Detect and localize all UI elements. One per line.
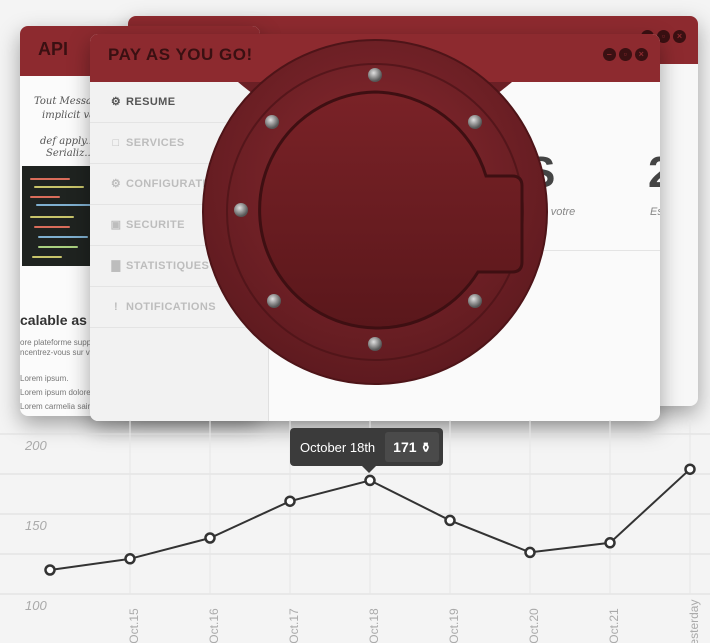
x-tick-label: Yesterday <box>687 600 701 643</box>
close-icon[interactable]: × <box>673 30 686 43</box>
sidebar-item-notifications[interactable]: ! NOTIFICATIONS <box>90 287 268 328</box>
main-window-title: PAY AS YOU GO! <box>108 45 253 64</box>
handwritten-note: def apply... <box>40 136 96 147</box>
stat-text: Es <box>650 206 660 218</box>
sidebar-item-securite[interactable]: ▣ SECURITE <box>90 205 268 246</box>
sidebar-item-statistiques[interactable]: ▇ STATISTIQUES <box>90 246 268 287</box>
data-point <box>284 495 296 507</box>
stat-number: 2 <box>648 148 660 198</box>
sidebar-item-configuration[interactable]: ⚙ CONFIGURATION <box>90 164 268 205</box>
data-point <box>524 546 536 559</box>
y-tick-label: 100 <box>25 598 47 613</box>
sidebar-item-services[interactable]: □ SERVICES <box>90 123 268 164</box>
tooltip-date: October 18th <box>300 439 376 455</box>
data-point <box>364 474 376 487</box>
x-tick-label: Oct.20 <box>527 608 541 643</box>
minimize-icon[interactable]: – <box>603 48 616 61</box>
data-point <box>444 514 456 527</box>
tooltip-value-text: 171 <box>393 439 417 455</box>
x-tick-label: Oct.17 <box>287 608 301 643</box>
x-tick-label: Oct.16 <box>207 608 221 643</box>
sidebar-item-label: CONFIGURATION <box>126 178 224 190</box>
maximize-icon[interactable]: ▫ <box>619 48 632 61</box>
lock-icon: ▣ <box>110 219 122 231</box>
main-window-titlebar: PAY AS YOU GO! – ▫ × <box>90 34 660 82</box>
data-point <box>684 463 696 475</box>
square-icon: □ <box>112 137 120 149</box>
exclamation-icon: ! <box>113 301 119 313</box>
sidebar-item-resume[interactable]: ⚙ RESUME <box>90 82 268 123</box>
x-tick-label: Oct.18 <box>367 608 381 643</box>
api-heading: calable as h <box>20 312 100 328</box>
x-tick-label: Oct.15 <box>127 608 141 643</box>
y-tick-label: 150 <box>25 518 47 533</box>
sidebar-item-label: STATISTIQUES <box>126 260 210 272</box>
sidebar: ⚙ RESUME □ SERVICES ⚙ CONFIGURATION ▣ SECURI… <box>90 82 269 421</box>
tooltip-value: 171 ⚱ <box>385 432 440 462</box>
main-content: S 2 ans votre Es <box>268 82 660 421</box>
main-window: PAY AS YOU GO! – ▫ × ⚙ RESUME □ SERVICES ⚙… <box>90 34 660 421</box>
api-list-item: Lorem ipsum. <box>20 374 69 383</box>
bar-chart-icon: ▇ <box>111 260 121 272</box>
y-tick-label: 200 <box>24 438 47 453</box>
data-point <box>204 532 216 544</box>
data-point <box>44 564 56 576</box>
stats-row: S 2 <box>268 82 660 251</box>
api-paragraph: ore plateforme supp... <box>20 338 98 347</box>
sidebar-item-label: NOTIFICATIONS <box>126 301 216 313</box>
chart-tooltip: October 18th 171 ⚱ <box>290 428 444 473</box>
x-tick-label: Oct.19 <box>447 608 461 643</box>
stat-text: ans votre <box>530 206 576 218</box>
sidebar-item-label: RESUME <box>126 96 176 108</box>
handwritten-note: Serializ... <box>46 148 94 159</box>
main-window-controls: – ▫ × <box>603 48 648 61</box>
chart-x-axis: Oct.15 Oct.16 Oct.17 Oct.18 Oct.19 Oct.20 Oct.… <box>127 600 701 643</box>
drop-icon: ⚱ <box>420 440 432 455</box>
gear-icon: ⚙ <box>110 178 122 190</box>
sidebar-item-label: SERVICES <box>126 137 185 149</box>
data-point <box>124 553 136 565</box>
stat-number: S <box>526 148 556 197</box>
gear-icon: ⚙ <box>110 96 122 108</box>
data-point <box>604 537 616 549</box>
x-tick-label: Oct.21 <box>607 608 621 643</box>
chart-y-axis: 100 150 200 <box>24 438 47 613</box>
sidebar-item-label: SECURITE <box>126 219 185 231</box>
close-icon[interactable]: × <box>635 48 648 61</box>
api-paragraph: ncentrez-vous sur v... <box>20 348 96 357</box>
